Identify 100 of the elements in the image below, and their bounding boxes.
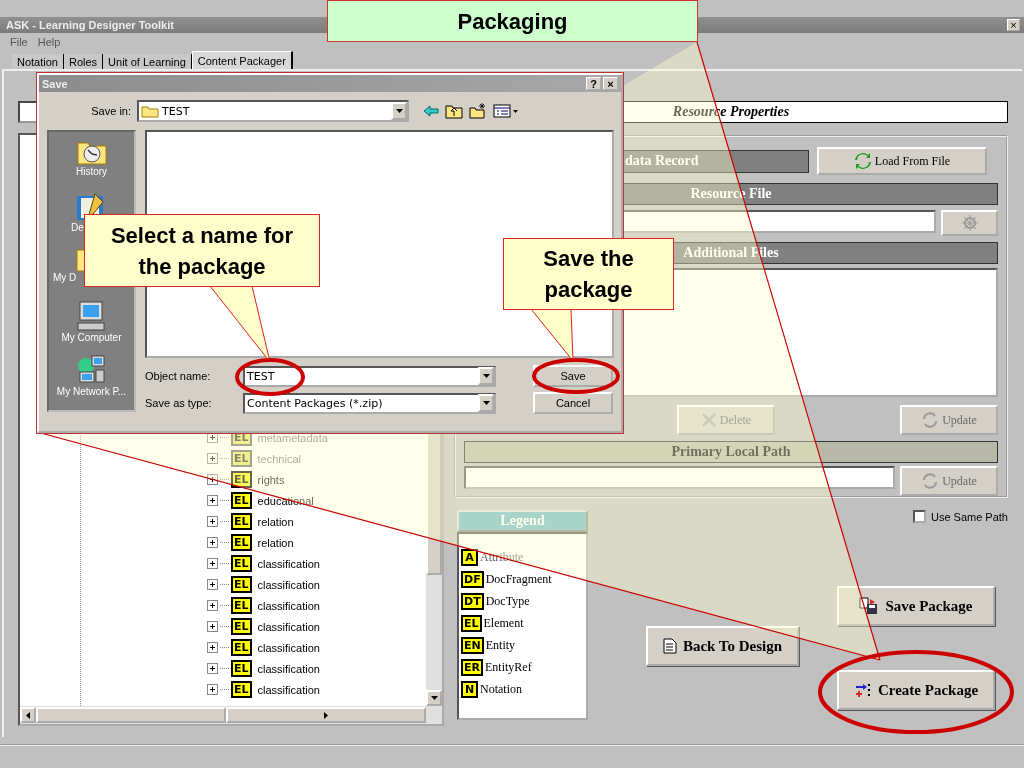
load-from-file-button[interactable]: Load From File [817, 147, 987, 175]
arrow-icon [26, 711, 30, 719]
element-badge: EL [231, 681, 252, 698]
computer-icon[interactable] [75, 300, 108, 332]
expand-icon[interactable] [207, 537, 218, 548]
view-menu-icon[interactable] [493, 104, 519, 118]
save-as-type-label: Save as type: [145, 397, 213, 409]
up-folder-icon[interactable] [445, 103, 463, 119]
tab[interactable]: Notation [12, 54, 64, 69]
legend-badge: DF [461, 570, 484, 588]
place-item[interactable]: History [75, 166, 108, 177]
place-item[interactable]: My Network P... [56, 386, 127, 397]
close-button[interactable]: × [1007, 19, 1020, 31]
expand-icon[interactable] [207, 495, 218, 506]
network-icon[interactable] [75, 354, 108, 386]
plus-arrow-icon [853, 681, 872, 699]
tab[interactable]: Content Packager [191, 51, 293, 69]
legend-item: Entity [485, 637, 516, 653]
delete-icon [700, 412, 717, 429]
legend-badge: A [461, 548, 478, 566]
expand-icon[interactable] [207, 642, 218, 653]
arrow-icon [324, 711, 328, 719]
horizontal-scrollbar[interactable] [20, 706, 442, 724]
expand-icon[interactable] [207, 579, 218, 590]
cancel-button[interactable]: Cancel [533, 392, 613, 414]
element-badge: EL [231, 576, 252, 593]
save-in-label: Save in: [90, 105, 132, 117]
element-badge: EL [231, 471, 252, 488]
gear-icon [960, 213, 979, 232]
tree-item[interactable]: classification [257, 662, 320, 675]
legend-item: EntityRef [485, 659, 532, 675]
checkbox[interactable] [912, 510, 926, 523]
back-to-design-button[interactable]: Back To Design [646, 626, 799, 666]
element-badge: EL [231, 513, 252, 530]
legend-badge: EL [461, 614, 482, 632]
refresh-icon [921, 472, 940, 490]
save-package-button[interactable]: Save Package [837, 586, 995, 626]
tree-item[interactable]: classification [257, 557, 320, 570]
section-header: Primary Local Path [464, 441, 998, 463]
use-same-path-checkbox[interactable]: Use Same Path [912, 510, 1008, 523]
place-item[interactable]: My Computer [61, 332, 122, 343]
place-item[interactable]: My D [53, 272, 77, 283]
slide-title: Packaging [327, 0, 698, 42]
scroll-down-button[interactable] [426, 690, 442, 706]
expand-icon[interactable] [207, 663, 218, 674]
expand-icon[interactable] [207, 558, 218, 569]
back-arrow-icon[interactable] [423, 104, 439, 118]
tree-item[interactable]: classification [257, 578, 320, 591]
scroll-left-button[interactable] [20, 707, 36, 723]
legend-badge: EN [461, 636, 484, 654]
legend-badge: DT [461, 592, 484, 610]
expand-icon[interactable] [207, 621, 218, 632]
element-badge: EL [231, 492, 252, 509]
folder-icon [141, 104, 159, 118]
element-badge: EL [231, 639, 252, 656]
menu-item[interactable]: File [10, 36, 28, 48]
element-badge: EL [231, 618, 252, 635]
expand-icon[interactable] [207, 600, 218, 611]
scrollbar-thumb[interactable] [36, 707, 226, 723]
tree-item[interactable]: relation [257, 536, 294, 549]
new-folder-icon[interactable] [469, 103, 487, 119]
tree-item[interactable]: relation [257, 515, 294, 528]
refresh-icon [853, 152, 872, 170]
tree-item[interactable]: classification [257, 620, 320, 633]
tree-item[interactable]: classification [257, 683, 320, 696]
element-badge: EL [231, 555, 252, 572]
browse-button[interactable] [941, 209, 998, 236]
element-badge: EL [231, 534, 252, 551]
object-name-field[interactable]: TEST [243, 365, 496, 387]
save-icon [859, 597, 880, 615]
legend-item: DocFragment [485, 571, 552, 587]
help-button[interactable]: ? [586, 77, 601, 90]
expand-icon[interactable] [207, 474, 218, 485]
tree-item[interactable]: classification [257, 641, 320, 654]
legend-item: Element [483, 615, 524, 631]
legend-item: DocType [485, 593, 530, 609]
window-title: ASK - Learning Designer Toolkit [6, 19, 174, 31]
element-badge: EL [231, 450, 252, 467]
arrow-icon [430, 696, 438, 700]
create-package-button[interactable]: Create Package [837, 670, 995, 710]
checkbox-label: Use Same Path [930, 510, 1008, 523]
close-button[interactable]: × [603, 77, 618, 90]
input-field[interactable] [464, 466, 895, 489]
element-badge: EL [231, 597, 252, 614]
legend-item: Notation [480, 681, 522, 697]
tree-item[interactable]: classification [257, 599, 320, 612]
place-item[interactable]: De [71, 222, 84, 233]
menu-item[interactable]: Help [37, 36, 61, 48]
dialog-title: Save [42, 77, 68, 90]
tab[interactable]: Unit of Learning [103, 54, 192, 69]
file-type-dropdown[interactable]: Content Packages (*.zip) [243, 392, 496, 414]
save-in-dropdown[interactable]: TEST [137, 100, 409, 122]
highlight-ellipse [234, 357, 306, 397]
object-name-label: Object name: [145, 370, 212, 382]
tab[interactable]: Roles [64, 54, 104, 69]
element-badge: EL [231, 660, 252, 677]
legend-title: Legend [457, 510, 588, 532]
tree-item[interactable]: rights [257, 473, 285, 486]
expand-icon[interactable] [207, 684, 218, 695]
expand-icon[interactable] [207, 516, 218, 527]
